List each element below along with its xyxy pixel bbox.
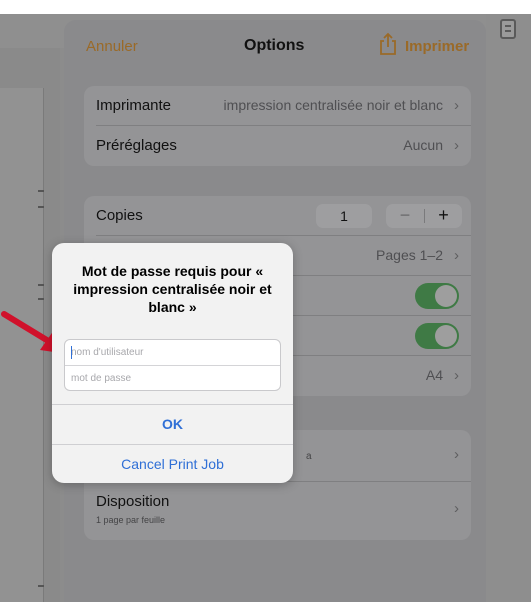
print-button[interactable]: Imprimer <box>405 38 469 55</box>
toggle-switch-2[interactable] <box>415 323 459 349</box>
sheet-header: Annuler Options Imprimer <box>64 20 486 72</box>
increment-button[interactable]: + <box>425 204 462 228</box>
background-right-panel <box>486 14 531 602</box>
password-field[interactable] <box>65 366 280 390</box>
chevron-right-icon: › <box>454 97 459 114</box>
printer-row[interactable]: Imprimante impression centralisée noir e… <box>84 86 471 126</box>
text-cursor <box>71 346 72 359</box>
document-mark <box>38 206 44 208</box>
credentials-box <box>64 339 281 391</box>
presets-row[interactable]: Préréglages Aucun › <box>84 126 471 166</box>
password-alert: Mot de passe requis pour « impression ce… <box>52 243 293 483</box>
partial-subtitle: a <box>306 451 312 462</box>
cancel-button[interactable]: Annuler <box>86 38 138 55</box>
toggle-knob <box>435 325 457 347</box>
toggle-knob <box>435 285 457 307</box>
printer-label: Imprimante <box>96 97 172 114</box>
printer-group: Imprimante impression centralisée noir e… <box>84 86 471 166</box>
printer-value: impression centralisée noir et blanc <box>223 97 443 113</box>
share-icon[interactable] <box>377 32 399 56</box>
ok-button[interactable]: OK <box>52 405 293 443</box>
cancel-print-job-button[interactable]: Cancel Print Job <box>52 445 293 483</box>
page-range-value: Pages 1–2 <box>376 247 443 263</box>
paper-size-value: A4 <box>425 367 443 383</box>
copies-label: Copies <box>96 207 143 224</box>
presets-value: Aucun <box>403 137 443 153</box>
disposition-label: Disposition <box>96 493 170 510</box>
chevron-right-icon: › <box>454 446 459 463</box>
copies-count-field[interactable]: 1 <box>316 204 372 228</box>
document-mark <box>38 284 44 286</box>
document-icon[interactable] <box>500 19 516 39</box>
toggle-switch-1[interactable] <box>415 283 459 309</box>
sheet-title: Options <box>244 37 305 54</box>
chevron-right-icon: › <box>454 367 459 384</box>
presets-label: Préréglages <box>96 137 177 154</box>
copies-stepper: − + <box>386 204 462 228</box>
disposition-subtitle: 1 page par feuille <box>96 515 166 525</box>
screen: ▭ ◯ ○ ▭ ⇧ ○ ✎ ○ Annuler Options Imprimer <box>0 0 531 602</box>
document-mark <box>38 585 44 587</box>
document-mark <box>38 190 44 192</box>
copies-row: Copies 1 − + <box>84 196 471 236</box>
alert-title: Mot de passe requis pour « impression ce… <box>73 263 272 315</box>
username-field[interactable] <box>65 340 280 365</box>
decrement-button[interactable]: − <box>386 204 424 228</box>
chevron-right-icon: › <box>454 500 459 517</box>
disposition-row[interactable]: Disposition 1 page par feuille › <box>84 482 471 540</box>
chevron-right-icon: › <box>454 137 459 154</box>
chevron-right-icon: › <box>454 247 459 264</box>
